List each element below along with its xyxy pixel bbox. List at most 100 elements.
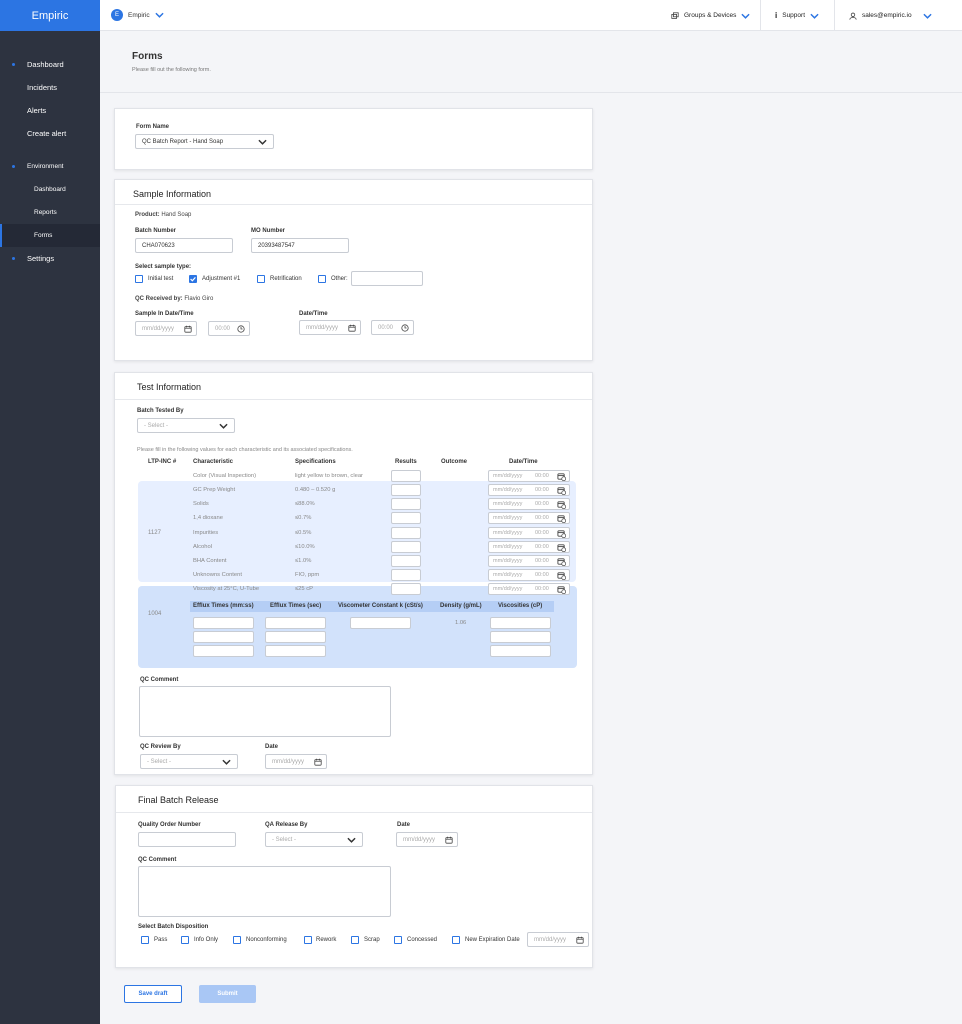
- review-date-input[interactable]: mm/dd/yyyy: [265, 754, 327, 769]
- time-placeholder: 00:00: [535, 530, 549, 536]
- adjustment-checkbox[interactable]: [189, 275, 197, 283]
- time-placeholder: 00:00: [378, 324, 394, 331]
- efflux-sec-input-2[interactable]: [265, 631, 326, 643]
- col-viscosities: Viscosities (cP): [498, 603, 543, 609]
- support-menu[interactable]: i Support: [760, 0, 834, 31]
- qc-comment-textarea[interactable]: [139, 686, 391, 737]
- datetime-input[interactable]: mm/dd/yyyy 00:00: [488, 583, 570, 595]
- date-placeholder: mm/dd/yyyy: [493, 473, 523, 479]
- save-draft-button[interactable]: Save draft: [124, 985, 182, 1003]
- efflux-mmss-input-2[interactable]: [193, 631, 254, 643]
- batch-tested-by-select[interactable]: - Select -: [137, 418, 235, 433]
- nonconforming-checkbox[interactable]: [233, 936, 241, 944]
- sidebar-item-create-alert[interactable]: Create alert: [0, 122, 100, 145]
- review-date-label: Date: [265, 744, 279, 750]
- qc-review-by-label: QC Review By: [140, 744, 181, 750]
- result-input[interactable]: [391, 583, 421, 595]
- release-date-input[interactable]: mm/dd/yyyy: [396, 832, 458, 847]
- characteristic-cell: GC Prep Weight: [193, 487, 236, 493]
- initial-test-checkbox[interactable]: [135, 275, 143, 283]
- chevron-down-icon: [347, 837, 356, 843]
- datetime-input[interactable]: mm/dd/yyyy 00:00: [488, 498, 570, 510]
- datetime-input[interactable]: mm/dd/yyyy 00:00: [488, 484, 570, 496]
- col-specifications: Specifications: [295, 459, 336, 465]
- sidebar-item-environment[interactable]: Environment: [0, 155, 100, 178]
- result-input[interactable]: [391, 498, 421, 510]
- result-input[interactable]: [391, 555, 421, 567]
- groups-devices-label: Groups & Devices: [684, 12, 737, 19]
- date-placeholder: mm/dd/yyyy: [534, 936, 567, 943]
- result-input[interactable]: [391, 541, 421, 553]
- viscosity-input-2[interactable]: [490, 631, 551, 643]
- batch-number-label: Batch Number: [135, 228, 177, 234]
- expiration-date-input[interactable]: mm/dd/yyyy: [527, 932, 589, 947]
- date-input[interactable]: mm/dd/yyyy: [299, 320, 361, 335]
- batch-number-input[interactable]: CHA070623: [135, 238, 233, 253]
- sidebar-item-dashboard[interactable]: Dashboard: [0, 53, 100, 76]
- sidebar-item-forms[interactable]: Forms: [0, 224, 100, 247]
- sample-time-input[interactable]: 00:00: [208, 321, 250, 336]
- chevron-down-icon: [222, 759, 231, 765]
- other-checkbox[interactable]: [318, 275, 326, 283]
- sidebar-item-reports[interactable]: Reports: [0, 201, 100, 224]
- viscometer-k-input[interactable]: [350, 617, 411, 629]
- scrap-checkbox[interactable]: [351, 936, 359, 944]
- quality-order-number-input[interactable]: [138, 832, 236, 847]
- result-input[interactable]: [391, 484, 421, 496]
- nonconforming-label: Nonconforming: [246, 937, 287, 943]
- datetime-input[interactable]: mm/dd/yyyy 00:00: [488, 512, 570, 524]
- test-information-title: Test Information: [137, 382, 202, 392]
- specification-cell: light yellow to brown, clear: [295, 473, 363, 479]
- form-name-select[interactable]: QC Batch Report - Hand Soap: [135, 134, 274, 149]
- mo-number-input[interactable]: 20393487547: [251, 238, 349, 253]
- efflux-sec-input-3[interactable]: [265, 645, 326, 657]
- time-placeholder: 00:00: [535, 501, 549, 507]
- groups-devices-menu[interactable]: Groups & Devices: [671, 0, 750, 31]
- sidebar-item-alerts[interactable]: Alerts: [0, 99, 100, 122]
- sidebar-item-incidents[interactable]: Incidents: [0, 76, 100, 99]
- product-line: Product: Hand Soap: [135, 212, 191, 218]
- quality-order-number-label: Quality Order Number: [138, 822, 201, 828]
- calendar-clock-icon: [557, 529, 566, 538]
- viscosity-input-3[interactable]: [490, 645, 551, 657]
- characteristic-cell: Alcohol: [193, 544, 213, 550]
- time-input[interactable]: 00:00: [371, 320, 414, 335]
- batch-disposition-label: Select Batch Disposition: [138, 924, 209, 930]
- user-menu[interactable]: sales@empiric.io: [834, 0, 954, 31]
- qc-review-by-select[interactable]: - Select -: [140, 754, 238, 769]
- datetime-input[interactable]: mm/dd/yyyy 00:00: [488, 569, 570, 581]
- concessed-checkbox[interactable]: [394, 936, 402, 944]
- efflux-mmss-input-3[interactable]: [193, 645, 254, 657]
- retrification-checkbox[interactable]: [257, 275, 265, 283]
- datetime-input[interactable]: mm/dd/yyyy 00:00: [488, 527, 570, 539]
- datetime-input[interactable]: mm/dd/yyyy 00:00: [488, 555, 570, 567]
- qa-release-by-select[interactable]: - Select -: [265, 832, 363, 847]
- submit-button[interactable]: Submit: [199, 985, 256, 1003]
- brand-logo[interactable]: Empiric: [0, 0, 100, 31]
- efflux-sec-input-1[interactable]: [265, 617, 326, 629]
- result-input[interactable]: [391, 569, 421, 581]
- datetime-input[interactable]: mm/dd/yyyy 00:00: [488, 541, 570, 553]
- result-input[interactable]: [391, 512, 421, 524]
- other-input[interactable]: [351, 271, 423, 286]
- col-efflux-sec: Efflux Times (sec): [270, 603, 322, 609]
- efflux-mmss-input-1[interactable]: [193, 617, 254, 629]
- result-input[interactable]: [391, 470, 421, 482]
- date-placeholder: mm/dd/yyyy: [493, 572, 523, 578]
- datetime-input[interactable]: mm/dd/yyyy 00:00: [488, 470, 570, 482]
- time-placeholder: 00:00: [535, 572, 549, 578]
- date-placeholder: mm/dd/yyyy: [493, 515, 523, 521]
- viscosity-input-1[interactable]: [490, 617, 551, 629]
- specification-cell: 0.480 – 0.520 g: [295, 487, 336, 493]
- pass-checkbox[interactable]: [141, 936, 149, 944]
- sample-date-input[interactable]: mm/dd/yyyy: [135, 321, 197, 336]
- rework-checkbox[interactable]: [304, 936, 312, 944]
- sidebar-item-settings[interactable]: Settings: [0, 247, 100, 270]
- new-expiration-checkbox[interactable]: [452, 936, 460, 944]
- result-input[interactable]: [391, 527, 421, 539]
- release-comment-textarea[interactable]: [138, 866, 391, 917]
- org-switcher[interactable]: E Empiric: [111, 9, 164, 21]
- sidebar-item-env-dashboard[interactable]: Dashboard: [0, 178, 100, 201]
- info-only-checkbox[interactable]: [181, 936, 189, 944]
- calendar-clock-icon: [557, 486, 566, 495]
